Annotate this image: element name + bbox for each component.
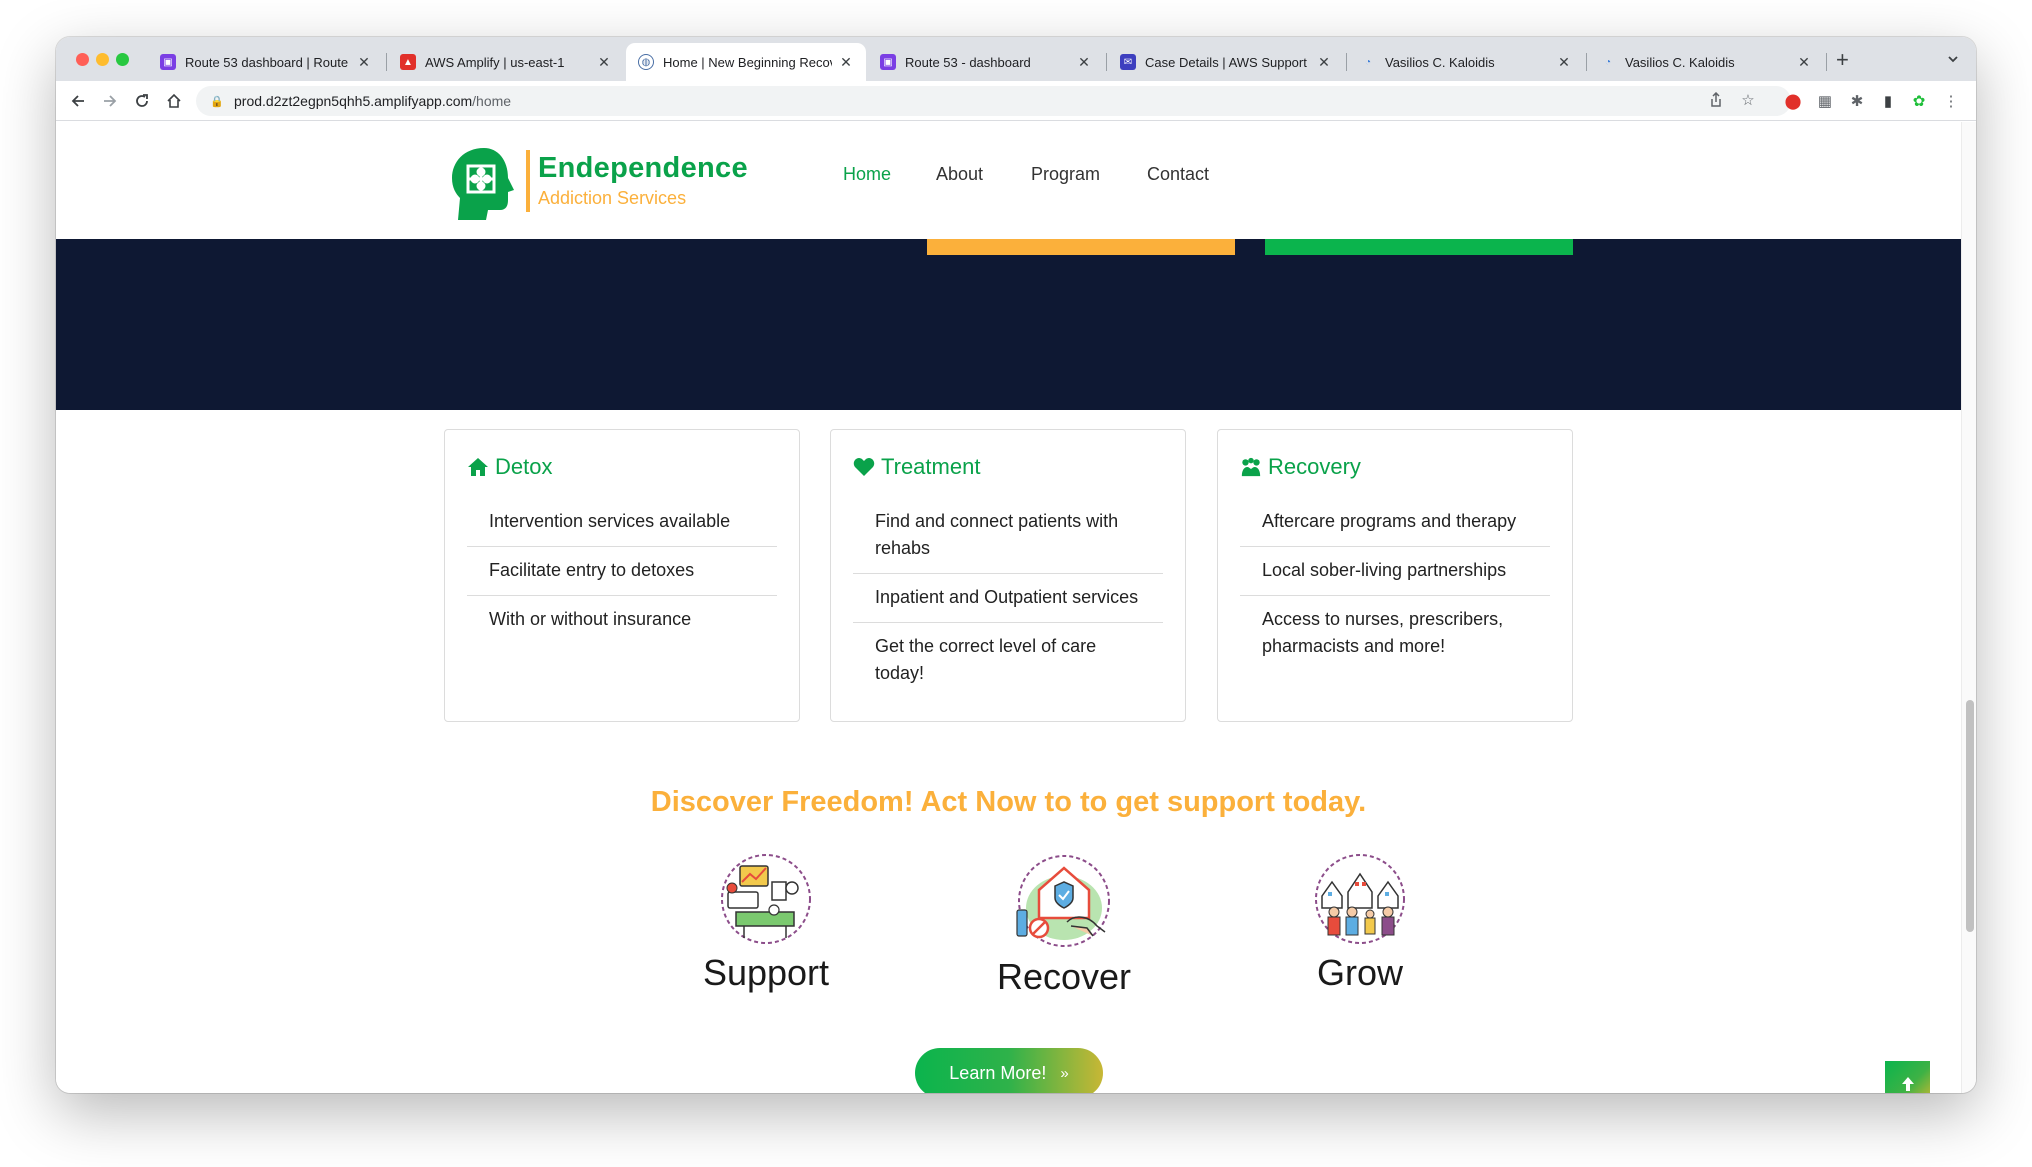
learn-more-label: Learn More! <box>949 1062 1047 1083</box>
puzzle-icon[interactable]: ✱ <box>1847 91 1867 111</box>
browser-window: ▣ Route 53 dashboard | Route 5 ✕ ▲ AWS A… <box>56 37 1976 1093</box>
learn-more-button[interactable]: Learn More! » <box>915 1048 1103 1093</box>
new-tab-button[interactable]: + <box>1836 49 1849 71</box>
logo-subtitle: Addiction Services <box>538 188 687 208</box>
close-tab-icon[interactable]: ✕ <box>356 54 372 71</box>
browser-tab[interactable]: ▣ Route 53 - dashboard ✕ <box>868 43 1104 81</box>
url-host: prod.d2zt2egpn5qhh5.amplifyapp.com <box>234 93 473 109</box>
logo-name: Endependence <box>538 152 748 184</box>
list-item: Inpatient and Outpatient services <box>853 574 1163 623</box>
route53-icon: ▣ <box>880 54 896 70</box>
service-card-recovery: Recovery Aftercare programs and therapy … <box>1217 429 1573 722</box>
close-tab-icon[interactable]: ✕ <box>596 54 612 71</box>
card-title: Treatment <box>881 454 981 479</box>
support-illustration-icon <box>721 854 811 944</box>
nav-contact[interactable]: Contact <box>1147 164 1209 185</box>
double-chevron-right-icon: » <box>1060 1064 1069 1082</box>
page-scrollbar[interactable] <box>1961 122 1976 1093</box>
site-header: Endependence Addiction Services Home Abo… <box>56 122 1961 239</box>
feature-label: Support <box>702 952 830 993</box>
browser-tab[interactable]: ▲ AWS Amplify | us-east-1 ✕ <box>388 43 624 81</box>
feature-recover: Recover <box>954 852 1174 998</box>
tab-search-icon[interactable] <box>1946 52 1960 66</box>
list-item: Find and connect patients with rehabs <box>853 498 1163 574</box>
close-tab-icon[interactable]: ✕ <box>1556 54 1572 71</box>
reload-icon[interactable] <box>132 91 152 111</box>
globe-icon: ◍ <box>638 54 654 70</box>
grow-illustration-icon <box>1315 854 1405 944</box>
feature-grow: Grow <box>1250 852 1470 994</box>
close-tab-icon[interactable]: ✕ <box>838 54 854 71</box>
heart-icon <box>853 458 875 476</box>
head-puzzle-logo-icon <box>452 148 514 220</box>
kaloidis-icon: ◔ <box>1600 54 1616 70</box>
nav-program[interactable]: Program <box>1031 164 1100 185</box>
lock-icon: 🔒 <box>210 95 224 108</box>
service-card-treatment: Treatment Find and connect patients with… <box>830 429 1186 722</box>
route53-icon: ▣ <box>160 54 176 70</box>
feature-label: Recover <box>996 956 1132 997</box>
list-item: Get the correct level of care today! <box>875 636 1097 683</box>
home-icon <box>468 458 488 476</box>
browser-tab[interactable]: ◔ Vasilios C. Kaloidis ✕ <box>1588 43 1824 81</box>
close-tab-icon[interactable]: ✕ <box>1076 54 1092 71</box>
back-icon[interactable] <box>68 91 88 111</box>
bookmark-star-icon[interactable]: ☆ <box>1738 90 1758 110</box>
web-page: Endependence Addiction Services Home Abo… <box>56 122 1961 1093</box>
browser-tab-active[interactable]: ◍ Home | New Beginning Recove ✕ <box>626 43 866 81</box>
profile-avatar-icon[interactable]: ✿ <box>1909 91 1929 111</box>
kaloidis-icon: ◔ <box>1360 54 1376 70</box>
share-icon[interactable] <box>1706 90 1726 110</box>
close-tab-icon[interactable]: ✕ <box>1316 54 1332 71</box>
nav-home[interactable]: Home <box>843 164 891 185</box>
sidebar-icon[interactable]: ▮ <box>1878 91 1898 111</box>
list-item: Facilitate entry to detoxes <box>467 547 777 596</box>
close-window-button[interactable] <box>76 53 89 66</box>
back-to-top-button[interactable] <box>1885 1061 1930 1093</box>
browser-tab[interactable]: ▣ Route 53 dashboard | Route 5 ✕ <box>148 43 384 81</box>
paw-icon <box>1241 457 1261 477</box>
close-tab-icon[interactable]: ✕ <box>1796 54 1812 71</box>
browser-tab[interactable]: ✉ Case Details | AWS Support C ✕ <box>1108 43 1344 81</box>
home-browser-icon[interactable] <box>164 91 184 111</box>
address-bar[interactable]: 🔒 prod.d2zt2egpn5qhh5.amplifyapp.com/hom… <box>196 86 1791 116</box>
nav-about[interactable]: About <box>936 164 983 185</box>
call-to-action-heading: Discover Freedom! Act Now to to get supp… <box>650 786 1367 818</box>
scrollbar-thumb[interactable] <box>1966 700 1974 932</box>
browser-toolbar: 🔒 prod.d2zt2egpn5qhh5.amplifyapp.com/hom… <box>56 81 1976 121</box>
forward-icon[interactable] <box>100 91 120 111</box>
list-item: With or without insurance <box>489 609 692 629</box>
extension-icon[interactable]: ▦ <box>1815 91 1835 111</box>
card-title: Detox <box>495 454 553 479</box>
list-item: Intervention services available <box>467 498 777 547</box>
list-item: Aftercare programs and therapy <box>1240 498 1550 547</box>
tab-strip: ▣ Route 53 dashboard | Route 5 ✕ ▲ AWS A… <box>56 37 1976 81</box>
url-path: /home <box>472 93 512 109</box>
recover-illustration-icon <box>1016 855 1110 947</box>
list-item: Local sober-living partnerships <box>1240 547 1550 596</box>
feature-label: Grow <box>1316 952 1403 993</box>
service-card-detox: Detox Intervention services available Fa… <box>444 429 800 722</box>
amplify-icon: ▲ <box>400 54 416 70</box>
site-logo[interactable]: Endependence Addiction Services <box>448 144 748 224</box>
support-icon: ✉ <box>1120 54 1136 70</box>
list-item: Access to nurses, prescribers, pharmacis… <box>1262 609 1504 656</box>
card-title: Recovery <box>1268 454 1361 479</box>
arrow-up-icon <box>1901 1076 1914 1091</box>
feature-support: Support <box>656 852 876 994</box>
minimize-window-button[interactable] <box>96 53 109 66</box>
maximize-window-button[interactable] <box>116 53 129 66</box>
opera-extension-icon[interactable]: ⬤ <box>1783 91 1803 111</box>
browser-tab[interactable]: ◔ Vasilios C. Kaloidis ✕ <box>1348 43 1584 81</box>
menu-kebab-icon[interactable]: ⋮ <box>1941 91 1961 111</box>
